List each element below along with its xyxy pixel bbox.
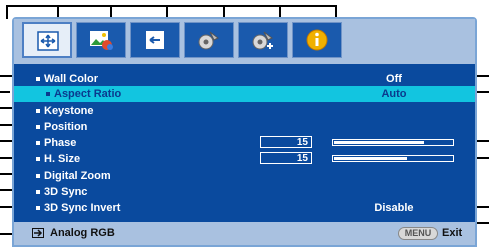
menu-item-label: 3D Sync Invert [44,202,121,214]
bullet [36,125,40,129]
footer-bar: Analog RGB MENU Exit [14,222,475,245]
menu-tab-bar [14,19,475,64]
menu-item-phase[interactable]: Phase 15 [14,135,475,151]
h-size-slider[interactable] [332,155,454,162]
phase-value: 15 [260,136,312,148]
menu-item-label: Digital Zoom [44,170,111,182]
menu-item-position[interactable]: Position [14,119,475,135]
source-icon [146,31,164,49]
bullet [36,190,40,194]
system-setup-basic-icon [198,31,219,50]
information-icon [306,29,328,51]
menu-item-label: 3D Sync [44,186,88,198]
h-size-slider-fill [334,157,408,160]
picture-icon [90,31,113,50]
bullet [36,206,40,210]
tab-picture[interactable] [76,22,126,58]
menu-item-value: Auto [381,88,407,100]
menu-item-label: Phase [44,137,77,149]
menu-item-aspect-ratio[interactable]: Aspect Ratio Auto [14,86,475,102]
bullet [36,174,40,178]
input-source-icon [32,228,44,238]
menu-item-wall-color[interactable]: Wall Color Off [14,71,475,87]
bullet [46,92,50,96]
h-size-value: 15 [260,152,312,164]
menu-item-label: Aspect Ratio [54,88,122,100]
menu-item-label: H. Size [44,153,81,165]
tab-source[interactable] [130,22,180,58]
menu-item-3d-sync-invert[interactable]: 3D Sync Invert Disable [14,200,475,216]
exit-label: Exit [442,227,463,239]
menu-item-label: Keystone [44,105,94,117]
menu-item-h-size[interactable]: H. Size 15 [14,151,475,167]
display-icon [37,31,59,51]
phase-slider-fill [334,141,424,144]
menu-item-value: Off [386,73,402,85]
bullet [36,77,40,81]
menu-item-digital-zoom[interactable]: Digital Zoom [14,168,475,184]
menu-key-badge[interactable]: MENU [398,227,438,240]
bullet [36,157,40,161]
tab-information[interactable] [292,22,342,58]
menu-item-label: Wall Color [44,73,98,85]
input-source-label: Analog RGB [50,227,115,239]
bullet [36,109,40,113]
menu-item-value: Disable [374,202,414,214]
menu-item-label: Position [44,121,88,133]
menu-item-keystone[interactable]: Keystone [14,103,475,119]
phase-slider[interactable] [332,139,454,146]
bullet [36,141,40,145]
menu-item-3d-sync[interactable]: 3D Sync [14,184,475,200]
tab-system-basic[interactable] [184,22,234,58]
tab-system-advanced[interactable] [238,22,288,58]
tab-display[interactable] [22,22,72,58]
osd-menu: Wall Color Off Aspect Ratio Auto Keyston… [12,17,477,247]
system-setup-advanced-icon [252,31,273,50]
